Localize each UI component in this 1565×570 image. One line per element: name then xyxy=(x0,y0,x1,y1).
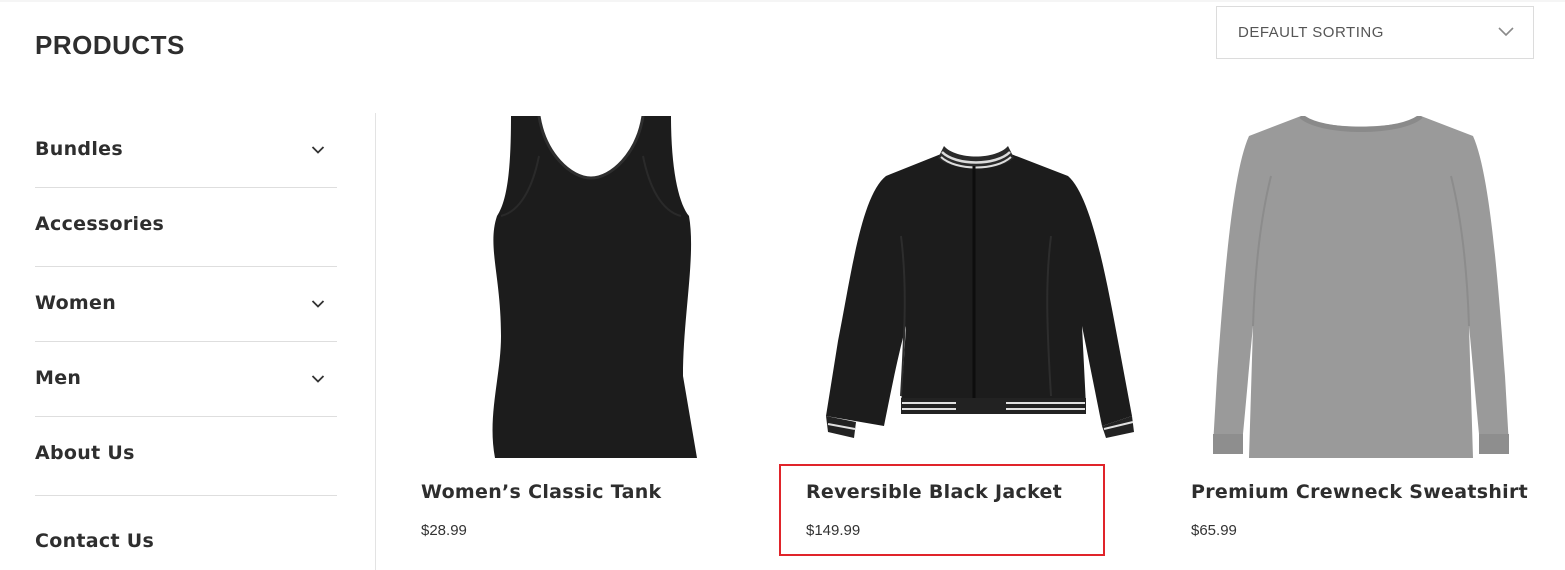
sidebar-divider xyxy=(35,416,337,417)
chevron-down-icon[interactable] xyxy=(311,145,325,155)
sidebar-divider xyxy=(35,341,337,342)
product-image-sweatshirt[interactable] xyxy=(1191,116,1531,458)
chevron-down-icon xyxy=(1498,27,1514,37)
chevron-down-icon[interactable] xyxy=(311,299,325,309)
sort-selected-label: DEFAULT SORTING xyxy=(1238,24,1384,41)
sidebar-item-label: Contact Us xyxy=(35,530,155,552)
sidebar-separator xyxy=(375,113,376,570)
chevron-down-icon[interactable] xyxy=(311,374,325,384)
sidebar-divider xyxy=(35,495,337,496)
sidebar-divider xyxy=(35,266,337,267)
product-price: $28.99 xyxy=(421,522,467,539)
sidebar-item-contact-us[interactable]: Contact Us xyxy=(35,530,337,552)
product-image-tank-top[interactable] xyxy=(421,116,761,458)
sidebar-item-women[interactable]: Women xyxy=(35,292,337,314)
sidebar-item-label: About Us xyxy=(35,442,135,464)
page-title: PRODUCTS xyxy=(35,30,185,60)
product-card[interactable]: Premium Crewneck Sweatshirt $65.99 xyxy=(1191,116,1531,570)
sidebar-item-about-us[interactable]: About Us xyxy=(35,442,337,464)
product-price: $65.99 xyxy=(1191,522,1237,539)
sidebar-item-label: Bundles xyxy=(35,138,123,160)
highlight-box xyxy=(779,464,1105,556)
product-name[interactable]: Women’s Classic Tank xyxy=(421,481,661,503)
sidebar-item-label: Men xyxy=(35,367,82,389)
product-card[interactable]: Women’s Classic Tank $28.99 xyxy=(421,116,761,570)
sidebar-item-men[interactable]: Men xyxy=(35,367,337,389)
sidebar-item-accessories[interactable]: Accessories xyxy=(35,213,337,235)
sidebar-item-label: Women xyxy=(35,292,117,314)
top-border xyxy=(0,0,1565,2)
sidebar-item-label: Accessories xyxy=(35,213,165,235)
sidebar-divider xyxy=(35,187,337,188)
product-name[interactable]: Premium Crewneck Sweatshirt xyxy=(1191,481,1528,503)
sidebar-item-bundles[interactable]: Bundles xyxy=(35,138,337,160)
product-image-jacket[interactable] xyxy=(806,116,1146,458)
sort-dropdown[interactable]: DEFAULT SORTING xyxy=(1216,6,1534,59)
